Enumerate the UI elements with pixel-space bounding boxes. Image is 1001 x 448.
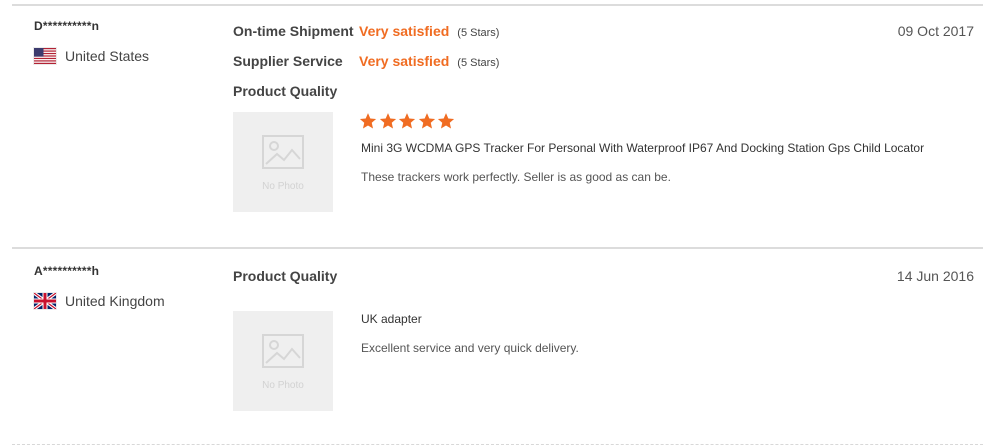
image-placeholder-icon — [262, 135, 304, 169]
product-quality-label: Product Quality — [233, 268, 338, 284]
review-item: A**********h United Kingdom Product Qual… — [0, 249, 1001, 444]
no-photo-text: No Photo — [262, 380, 304, 391]
rating-label: On-time Shipment — [233, 23, 354, 39]
rating-label: Supplier Service — [233, 53, 343, 69]
image-placeholder-icon — [262, 334, 304, 368]
star-icon — [359, 113, 377, 129]
product-quality-stars — [359, 112, 457, 130]
product-title-link[interactable]: UK adapter — [361, 312, 422, 326]
rating-supplier-service: Supplier Service Very satisfied (5 Stars… — [233, 53, 499, 69]
review-date: 14 Jun 2016 — [896, 268, 974, 284]
product-quality-label: Product Quality — [233, 83, 338, 99]
rating-ontime-shipment: On-time Shipment Very satisfied (5 Stars… — [233, 23, 499, 39]
rating-value: Very satisfied — [359, 23, 450, 39]
reviewer-country: United States — [34, 48, 149, 64]
no-photo-text: No Photo — [262, 181, 304, 192]
review-comment: Excellent service and very quick deliver… — [361, 341, 579, 355]
star-icon — [437, 113, 455, 129]
product-thumbnail[interactable]: No Photo — [233, 112, 333, 212]
rating-stars-text: (5 Stars) — [457, 57, 500, 69]
rating-value: Very satisfied — [359, 53, 450, 69]
country-name: United Kingdom — [65, 293, 165, 309]
us-flag-icon — [34, 48, 56, 64]
reviewer-name: A**********h — [34, 264, 100, 278]
review-item: D**********n United States On-time Shipm… — [0, 0, 1001, 247]
product-thumbnail[interactable]: No Photo — [233, 311, 333, 411]
star-icon — [418, 113, 435, 129]
reviewer-country: United Kingdom — [34, 293, 165, 309]
bottom-divider — [12, 444, 983, 445]
star-icon — [398, 113, 416, 129]
country-name: United States — [65, 48, 150, 64]
uk-flag-icon — [34, 293, 56, 309]
star-icon — [379, 113, 396, 129]
reviewer-name: D**********n — [34, 19, 100, 33]
rating-stars-text: (5 Stars) — [457, 27, 500, 39]
product-title-link[interactable]: Mini 3G WCDMA GPS Tracker For Personal W… — [361, 141, 924, 155]
review-comment: These trackers work perfectly. Seller is… — [361, 170, 671, 184]
review-date: 09 Oct 2017 — [897, 23, 974, 39]
